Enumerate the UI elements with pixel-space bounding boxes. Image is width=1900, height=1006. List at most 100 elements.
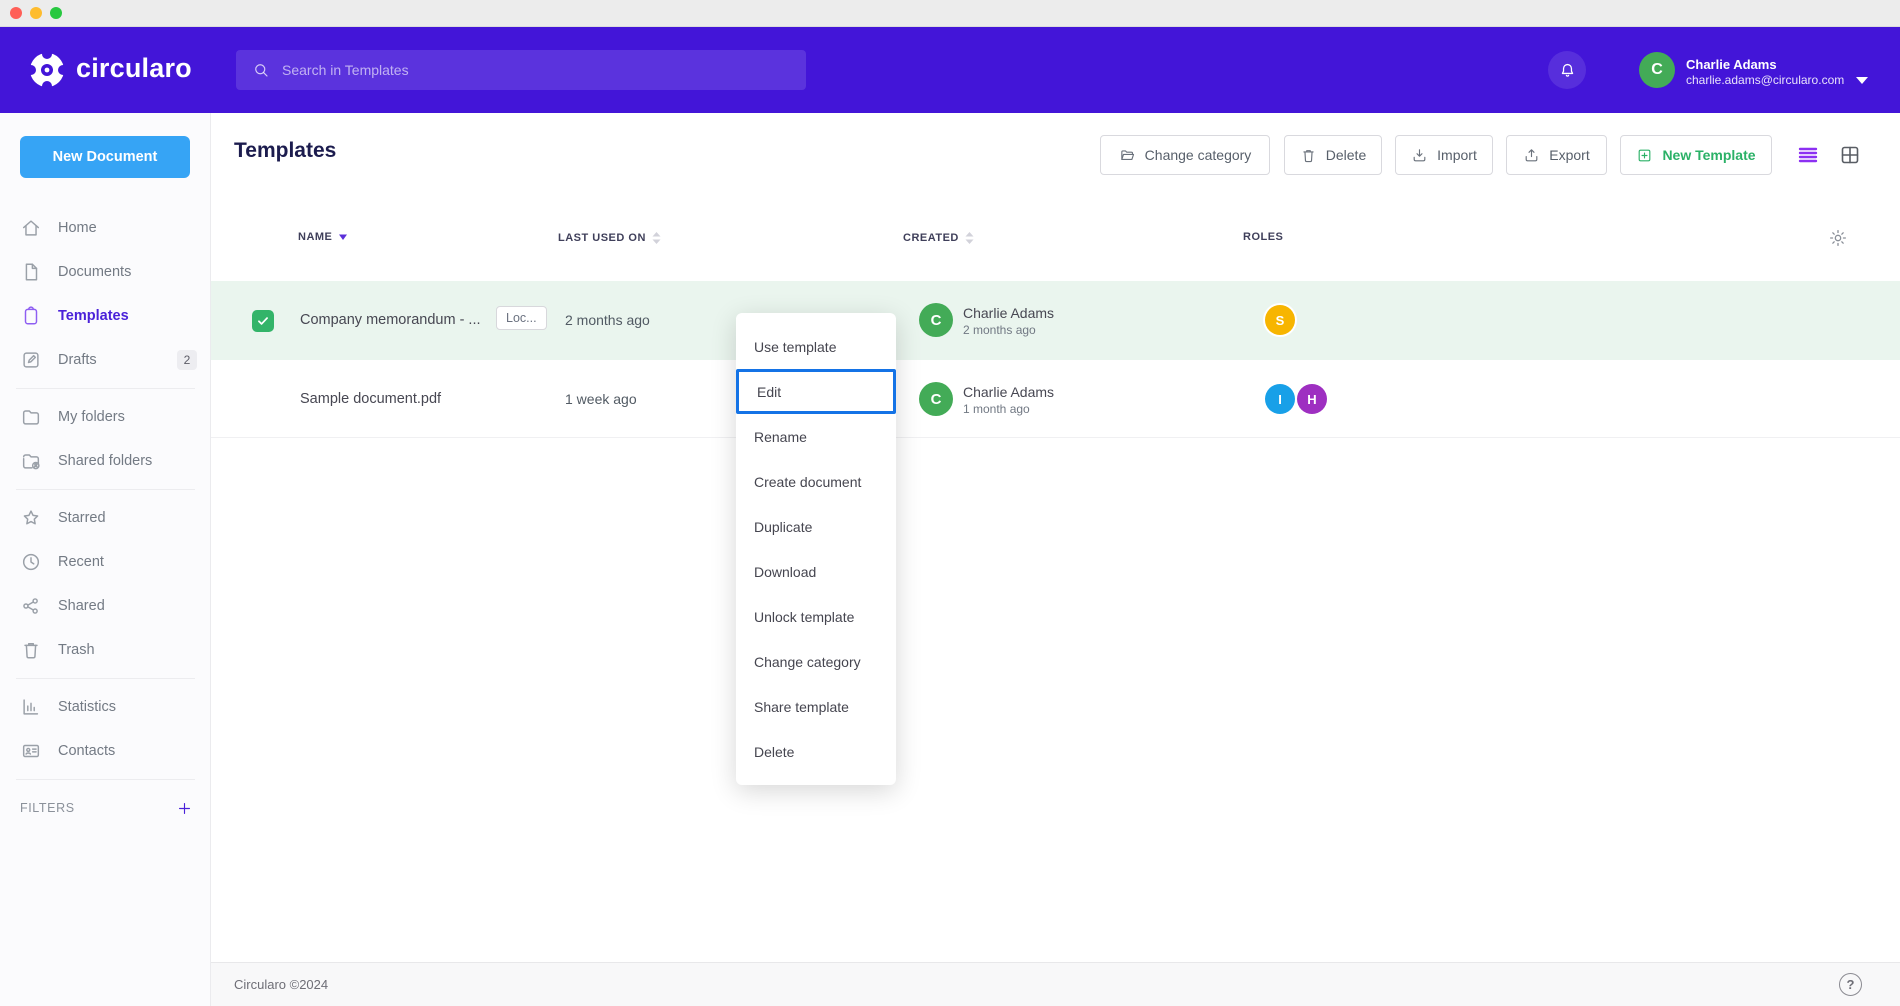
export-button[interactable]: Export xyxy=(1506,135,1607,175)
column-header-created[interactable]: CREATED xyxy=(903,231,974,245)
role-avatar[interactable]: I xyxy=(1265,384,1295,414)
template-name[interactable]: Company memorandum - ... xyxy=(300,312,481,328)
grid-view-toggle[interactable] xyxy=(1836,141,1864,169)
column-header-name[interactable]: NAME xyxy=(298,231,348,243)
close-window-button[interactable] xyxy=(10,7,22,19)
new-document-button[interactable]: New Document xyxy=(20,136,190,178)
sidebar-item-home[interactable]: Home xyxy=(0,206,211,250)
minimize-window-button[interactable] xyxy=(30,7,42,19)
user-menu-chevron-down-icon[interactable] xyxy=(1856,77,1868,84)
star-icon xyxy=(20,507,42,529)
sidebar-item-shared-folders[interactable]: Shared folders xyxy=(0,439,211,483)
role-avatar[interactable]: S xyxy=(1265,305,1295,335)
clock-icon xyxy=(20,551,42,573)
new-template-button[interactable]: New Template xyxy=(1620,135,1772,175)
menu-item-download[interactable]: Download xyxy=(736,549,896,594)
export-label: Export xyxy=(1549,147,1589,163)
help-button[interactable]: ? xyxy=(1839,973,1862,996)
menu-item-share-template[interactable]: Share template xyxy=(736,684,896,729)
sidebar-item-label: Statistics xyxy=(58,699,116,715)
sort-desc-icon xyxy=(338,233,348,241)
sidebar-item-label: Shared xyxy=(58,598,105,614)
sidebar-item-label: Trash xyxy=(58,642,95,658)
creator-avatar: C xyxy=(919,303,953,337)
locked-badge: Loc... xyxy=(496,306,547,330)
search-bar[interactable] xyxy=(236,50,806,90)
list-view-icon xyxy=(1796,143,1820,167)
add-filter-plus-icon[interactable] xyxy=(176,800,193,817)
sidebar-item-label: My folders xyxy=(58,409,125,425)
circularo-logo-icon xyxy=(28,51,66,89)
home-icon xyxy=(20,217,42,239)
sidebar-item-documents[interactable]: Documents xyxy=(0,250,211,294)
sidebar-divider xyxy=(16,388,195,389)
user-name: Charlie Adams xyxy=(1686,57,1777,72)
folder-open-icon xyxy=(1119,147,1136,164)
template-name[interactable]: Sample document.pdf xyxy=(300,391,441,407)
grid-view-icon xyxy=(1838,143,1862,167)
context-menu: Use template Edit Rename Create document… xyxy=(736,313,896,785)
question-mark-icon: ? xyxy=(1847,977,1855,992)
sidebar-item-contacts[interactable]: Contacts xyxy=(0,729,211,773)
user-avatar[interactable]: C xyxy=(1639,52,1675,88)
column-label: ROLES xyxy=(1243,231,1283,243)
menu-item-unlock-template[interactable]: Unlock template xyxy=(736,594,896,639)
column-header-last-used[interactable]: LAST USED ON xyxy=(558,231,661,245)
search-input[interactable] xyxy=(282,62,762,78)
menu-item-change-category[interactable]: Change category xyxy=(736,639,896,684)
column-header-roles: ROLES xyxy=(1243,231,1283,243)
app-header: circularo C Charlie Adams charlie.adams@… xyxy=(0,27,1900,113)
sidebar-item-label: Templates xyxy=(58,308,129,324)
menu-item-edit[interactable]: Edit xyxy=(736,369,896,414)
sidebar-item-templates[interactable]: Templates xyxy=(0,294,211,338)
creator-name: Charlie Adams xyxy=(963,305,1054,321)
sidebar-item-label: Shared folders xyxy=(58,453,152,469)
column-label: CREATED xyxy=(903,232,959,244)
menu-item-duplicate[interactable]: Duplicate xyxy=(736,504,896,549)
app-window: circularo C Charlie Adams charlie.adams@… xyxy=(0,0,1900,1006)
sidebar-item-shared[interactable]: Shared xyxy=(0,584,211,628)
table-row[interactable] xyxy=(211,360,1900,438)
sidebar-item-recent[interactable]: Recent xyxy=(0,540,211,584)
sidebar-item-label: Recent xyxy=(58,554,104,570)
sidebar-item-label: Starred xyxy=(58,510,106,526)
table-settings-button[interactable] xyxy=(1824,224,1852,252)
sidebar-item-drafts[interactable]: Drafts 2 xyxy=(0,338,211,382)
menu-item-delete[interactable]: Delete xyxy=(736,729,896,774)
copyright-text: Circularo ©2024 xyxy=(234,977,328,992)
role-avatar[interactable]: H xyxy=(1297,384,1327,414)
sidebar-item-statistics[interactable]: Statistics xyxy=(0,685,211,729)
drafts-count-badge: 2 xyxy=(177,350,197,370)
delete-label: Delete xyxy=(1326,147,1366,163)
delete-button[interactable]: Delete xyxy=(1284,135,1382,175)
sidebar-item-my-folders[interactable]: My folders xyxy=(0,395,211,439)
change-category-button[interactable]: Change category xyxy=(1100,135,1270,175)
macos-titlebar xyxy=(0,0,1900,27)
menu-item-rename[interactable]: Rename xyxy=(736,414,896,459)
filters-label: FILTERS xyxy=(20,801,75,815)
sidebar-divider xyxy=(16,779,195,780)
draft-icon xyxy=(20,349,42,371)
import-button[interactable]: Import xyxy=(1395,135,1493,175)
shared-folder-icon xyxy=(20,450,42,472)
user-email: charlie.adams@circularo.com xyxy=(1686,73,1844,87)
menu-item-create-document[interactable]: Create document xyxy=(736,459,896,504)
creator-avatar: C xyxy=(919,382,953,416)
export-icon xyxy=(1523,147,1540,164)
notifications-button[interactable] xyxy=(1548,51,1586,89)
sort-both-icon xyxy=(965,231,974,245)
sidebar-item-trash[interactable]: Trash xyxy=(0,628,211,672)
import-icon xyxy=(1411,147,1428,164)
maximize-window-button[interactable] xyxy=(50,7,62,19)
creator-when: 1 month ago xyxy=(963,402,1030,416)
list-view-toggle[interactable] xyxy=(1794,141,1822,169)
footer: Circularo ©2024 ? xyxy=(211,962,1900,1006)
document-icon xyxy=(20,261,42,283)
contacts-icon xyxy=(20,740,42,762)
sidebar-divider xyxy=(16,489,195,490)
sidebar-item-starred[interactable]: Starred xyxy=(0,496,211,540)
menu-item-use-template[interactable]: Use template xyxy=(736,324,896,369)
row-checkbox-checked[interactable] xyxy=(252,310,274,332)
trash-icon xyxy=(20,639,42,661)
folder-icon xyxy=(20,406,42,428)
